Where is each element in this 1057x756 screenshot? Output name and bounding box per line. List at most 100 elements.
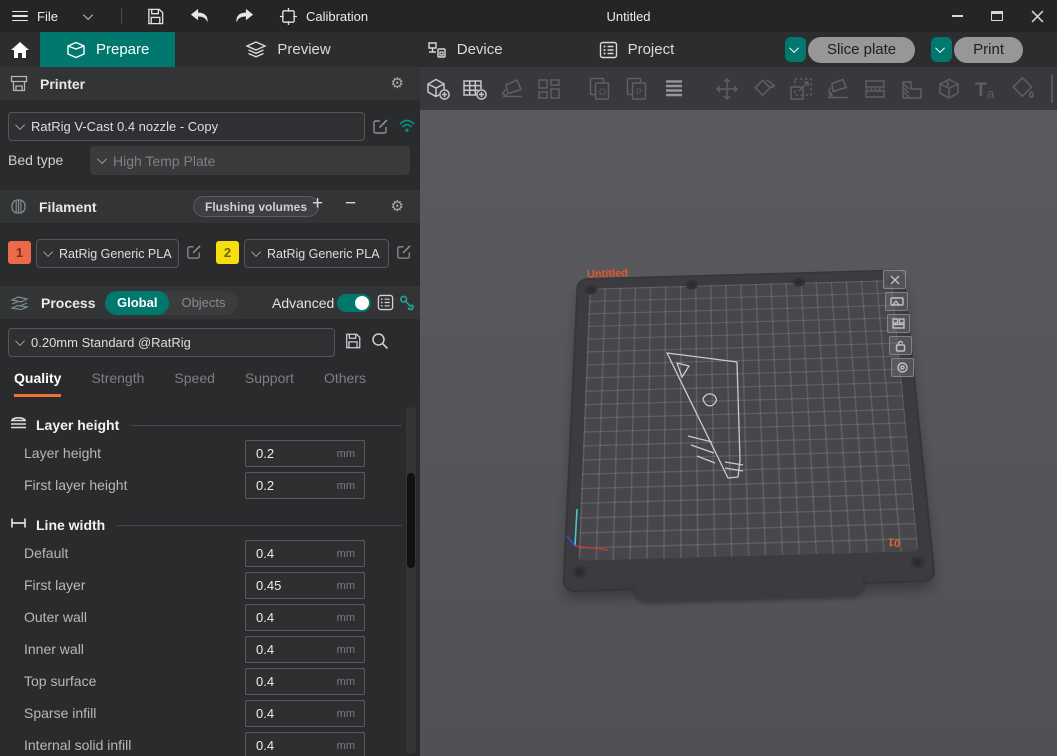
printer-section-header: Printer ⚙: [0, 67, 420, 100]
param-input[interactable]: 0.4mm: [245, 604, 365, 631]
parameter-table-icon[interactable]: [377, 294, 394, 316]
objects-settings-icon[interactable]: [398, 294, 415, 316]
lock-plate-icon[interactable]: [889, 336, 912, 355]
save-button[interactable]: [146, 7, 165, 26]
plate-name-label[interactable]: Untitled: [587, 267, 628, 280]
param-row: Top surface 0.4mm: [0, 666, 420, 698]
set-plate-type-icon[interactable]: [885, 292, 908, 311]
split-to-objects-icon: O: [585, 74, 615, 104]
home-button[interactable]: [0, 32, 40, 67]
process-preset-combo[interactable]: 0.20mm Standard @RatRig: [8, 328, 335, 357]
edit-printer-icon[interactable]: [372, 117, 390, 135]
param-input[interactable]: 0.4mm: [245, 700, 365, 727]
delete-plate-icon[interactable]: [883, 270, 906, 289]
filament-1-value: RatRig Generic PLA: [59, 247, 172, 261]
process-scope-toggle: Global Objects: [105, 291, 238, 315]
param-input[interactable]: 0.45mm: [245, 572, 365, 599]
arrange-icon: [534, 74, 564, 104]
param-label: Top surface: [24, 673, 96, 689]
arrange-plate-icon[interactable]: [887, 314, 910, 333]
calibration-menu[interactable]: Calibration: [306, 9, 368, 24]
scrollbar-thumb[interactable]: [407, 473, 415, 568]
bed-type-combo[interactable]: High Temp Plate: [90, 146, 410, 175]
param-unit: mm: [337, 740, 355, 752]
color-painting-icon: [1008, 74, 1038, 104]
remove-filament-button[interactable]: −: [345, 193, 356, 215]
param-group: Layer heightLayer height0.2mmFirst layer…: [0, 416, 420, 502]
advanced-toggle[interactable]: [337, 294, 371, 312]
maximize-button[interactable]: [977, 0, 1017, 32]
tab-prepare[interactable]: Prepare: [40, 32, 175, 67]
chevron-down-icon: [15, 120, 25, 130]
chevron-down-icon[interactable]: [83, 10, 93, 20]
close-icon: [1031, 10, 1044, 23]
param-input[interactable]: 0.4mm: [245, 636, 365, 663]
param-input[interactable]: 0.2mm: [245, 472, 365, 499]
tab-device[interactable]: Device: [401, 32, 529, 67]
svg-text:a: a: [987, 86, 995, 101]
process-tab-strength[interactable]: Strength: [91, 370, 144, 397]
search-icon[interactable]: [371, 332, 389, 355]
chevron-down-icon: [15, 336, 25, 346]
process-tab-quality[interactable]: Quality: [14, 370, 61, 397]
tab-preview[interactable]: Preview: [219, 32, 356, 67]
slice-plate-button[interactable]: Slice plate: [808, 37, 915, 63]
plate-settings-icon[interactable]: [891, 358, 914, 377]
filament-1-combo[interactable]: RatRig Generic PLA: [36, 239, 179, 268]
tab-project[interactable]: Project: [573, 32, 701, 67]
print-options-button[interactable]: [931, 37, 952, 62]
slice-group: Slice plate: [785, 37, 915, 63]
settings-scrollbar[interactable]: [406, 407, 416, 754]
filament-settings-gear-icon[interactable]: ⚙: [391, 199, 404, 214]
side-panel: Printer ⚙ RatRig V-Cast 0.4 nozzle - Cop…: [0, 67, 420, 756]
param-input[interactable]: 0.4 mm: [245, 540, 365, 567]
flushing-volumes-button[interactable]: Flushing volumes: [193, 196, 319, 217]
printer-settings-gear-icon[interactable]: ⚙: [391, 76, 404, 91]
viewport-3d[interactable]: Untitled 01: [420, 110, 1057, 756]
calibration-icon[interactable]: [279, 7, 298, 26]
filament-1-color-swatch[interactable]: 1: [8, 241, 31, 264]
filament-2-combo[interactable]: RatRig Generic PLA: [244, 239, 389, 268]
bed-type-value: High Temp Plate: [113, 153, 215, 169]
divider: [117, 525, 402, 526]
printer-connection-wifi-icon[interactable]: [398, 118, 416, 136]
plate-icon-column: [883, 270, 914, 380]
build-plate[interactable]: [554, 250, 934, 590]
filament-section-title: Filament: [39, 199, 97, 215]
param-input[interactable]: 0.2mm: [245, 440, 365, 467]
divider: [121, 8, 122, 24]
add-plate-icon[interactable]: [460, 74, 490, 104]
slice-options-button[interactable]: [785, 37, 806, 62]
save-preset-icon[interactable]: [344, 332, 362, 355]
svg-text:P: P: [636, 87, 642, 97]
scope-objects[interactable]: Objects: [169, 291, 237, 315]
file-menu[interactable]: File: [37, 9, 58, 24]
menu-icon[interactable]: [12, 11, 28, 22]
param-unit: mm: [337, 548, 355, 560]
close-button[interactable]: [1017, 0, 1057, 32]
process-tab-others[interactable]: Others: [324, 370, 366, 397]
edit-filament-2-icon[interactable]: [396, 243, 414, 261]
process-tab-speed[interactable]: Speed: [174, 370, 214, 397]
add-filament-button[interactable]: +: [312, 193, 323, 215]
layer-height-icon: [10, 416, 27, 434]
edit-filament-1-icon[interactable]: [186, 243, 204, 261]
support-painting-icon: [897, 74, 927, 104]
param-value: 0.4: [256, 546, 274, 561]
plate-screw: [792, 277, 805, 287]
process-tab-support[interactable]: Support: [245, 370, 294, 397]
variable-layer-height-icon: [659, 74, 689, 104]
filament-2-color-swatch[interactable]: 2: [216, 241, 239, 264]
param-input[interactable]: 0.4mm: [245, 732, 365, 756]
printer-preset-combo[interactable]: RatRig V-Cast 0.4 nozzle - Copy: [8, 112, 365, 141]
scope-global[interactable]: Global: [105, 291, 169, 315]
param-row: Default0.4mm: [0, 538, 420, 570]
print-button[interactable]: Print: [954, 37, 1023, 63]
param-label: Sparse infill: [24, 705, 96, 721]
undo-button[interactable]: [189, 7, 210, 25]
param-row: Internal solid infill0.4mm: [0, 730, 420, 756]
minimize-button[interactable]: [937, 0, 977, 32]
add-object-icon[interactable]: [423, 74, 453, 104]
param-input[interactable]: 0.4mm: [245, 668, 365, 695]
redo-button[interactable]: [234, 7, 255, 25]
